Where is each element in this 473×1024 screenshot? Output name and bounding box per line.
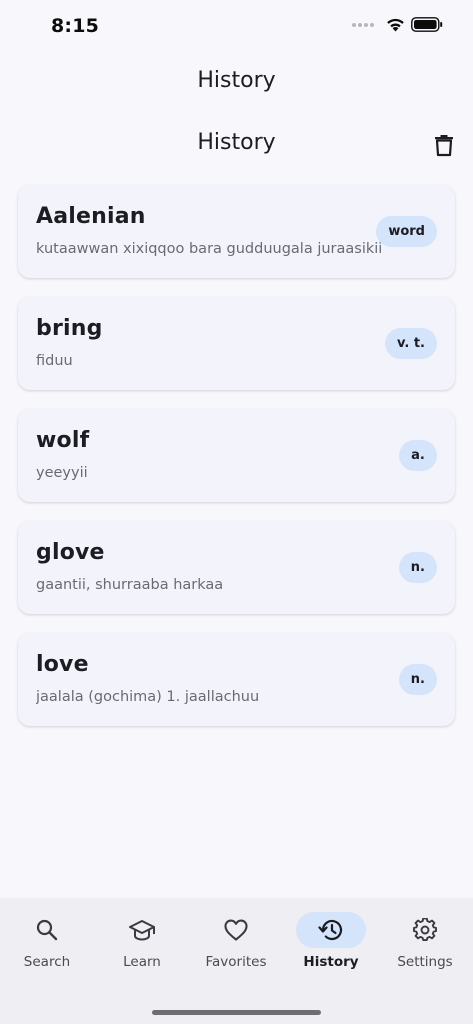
status-bar: 8:15 xyxy=(0,0,473,54)
cellular-signal-icon xyxy=(352,22,374,27)
screen: 8:15 History History Aalenian kutaawwan … xyxy=(0,0,473,1024)
part-of-speech-badge: v. t. xyxy=(384,328,437,359)
nav-favorites-label: Favorites xyxy=(205,954,267,970)
nav-search[interactable]: Search xyxy=(0,912,94,982)
gear-icon xyxy=(413,918,437,941)
home-indicator xyxy=(152,1010,321,1015)
nav-history-label: History xyxy=(303,954,359,970)
history-meaning: jaalala (gochima) 1. jaallachuu xyxy=(36,689,260,705)
status-icons xyxy=(352,17,443,32)
history-icon xyxy=(318,919,343,941)
nav-search-label: Search xyxy=(23,954,71,970)
history-meaning: fiduu xyxy=(36,353,73,369)
nav-learn-label: Learn xyxy=(123,954,161,970)
bottom-navigation: Search Learn Favorites History Settings xyxy=(0,898,473,1024)
history-item[interactable]: Aalenian kutaawwan xixiqqoo bara gudduug… xyxy=(18,185,455,278)
history-word: Aalenian xyxy=(36,204,146,229)
section-header: History xyxy=(0,128,473,164)
section-title: History xyxy=(197,130,276,155)
nav-history[interactable]: History xyxy=(284,912,378,982)
history-item[interactable]: wolf yeeyyii a. xyxy=(18,409,455,502)
part-of-speech-badge: n. xyxy=(398,552,437,583)
history-word: bring xyxy=(36,316,103,341)
history-word: glove xyxy=(36,540,105,565)
part-of-speech-badge: n. xyxy=(398,664,437,695)
history-meaning: gaantii, shurraaba harkaa xyxy=(36,577,224,593)
history-meaning: yeeyyii xyxy=(36,465,88,481)
wifi-icon xyxy=(387,18,404,32)
history-item[interactable]: love jaalala (gochima) 1. jaallachuu n. xyxy=(18,633,455,726)
search-icon xyxy=(36,919,58,941)
status-time: 8:15 xyxy=(51,15,100,37)
trash-icon xyxy=(435,135,453,157)
history-word: love xyxy=(36,652,89,677)
nav-settings[interactable]: Settings xyxy=(378,912,472,982)
history-list: Aalenian kutaawwan xixiqqoo bara gudduug… xyxy=(18,185,455,745)
nav-favorites[interactable]: Favorites xyxy=(189,912,283,982)
nav-settings-label: Settings xyxy=(397,954,453,970)
history-item[interactable]: bring fiduu v. t. xyxy=(18,297,455,390)
part-of-speech-badge: a. xyxy=(399,440,437,471)
nav-learn[interactable]: Learn xyxy=(95,912,189,982)
app-title: History xyxy=(197,68,276,93)
graduation-cap-icon xyxy=(129,920,155,941)
clear-history-button[interactable] xyxy=(431,132,457,158)
history-meaning: kutaawwan xixiqqoo bara gudduugala juraa… xyxy=(36,241,381,257)
part-of-speech-badge: word xyxy=(376,216,437,247)
battery-icon xyxy=(411,17,443,32)
history-item[interactable]: glove gaantii, shurraaba harkaa n. xyxy=(18,521,455,614)
heart-icon xyxy=(224,919,248,941)
history-word: wolf xyxy=(36,428,90,453)
